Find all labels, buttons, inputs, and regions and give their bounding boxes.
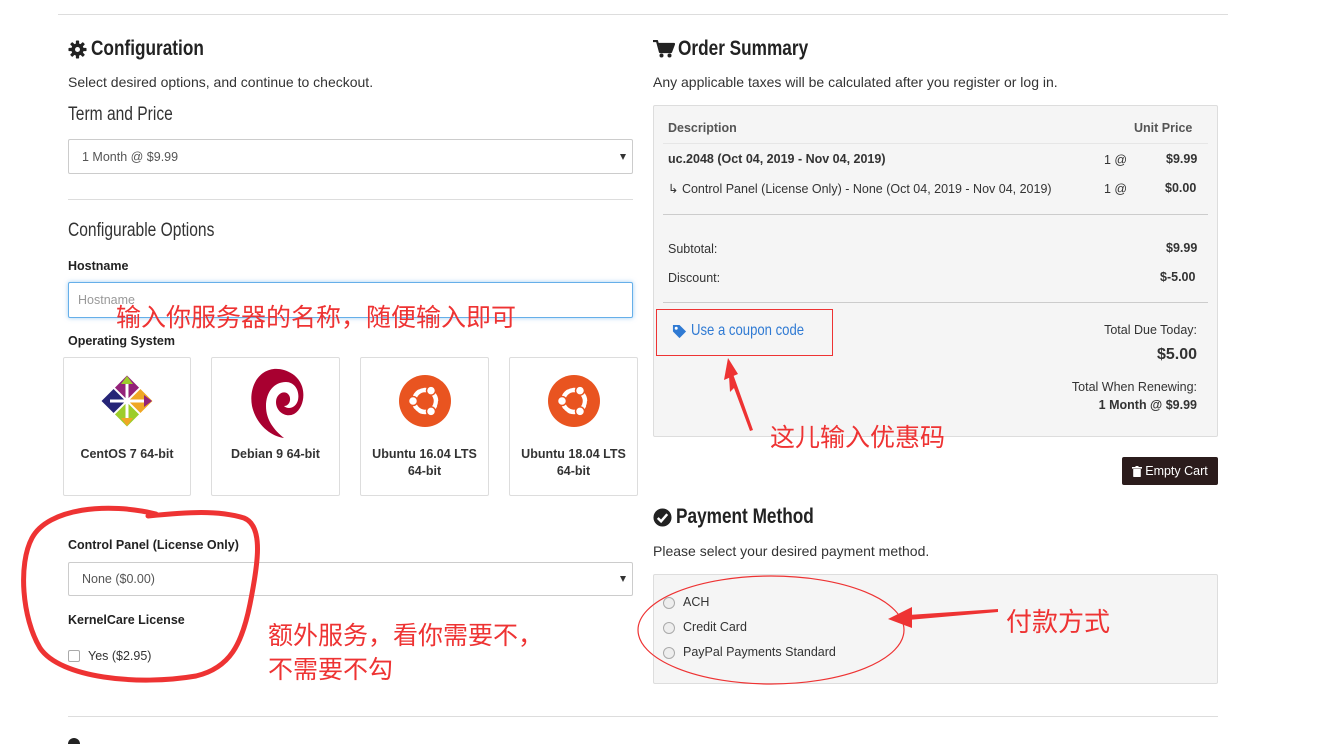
configuration-title: Configuration [91, 37, 204, 60]
total-due-value: $5.00 [1156, 346, 1197, 363]
extras-circle-annotation-icon [21, 505, 260, 683]
chevron-down-icon [620, 576, 626, 582]
top-divider [58, 14, 1228, 15]
term-price-select[interactable]: 1 Month @ $9.99 [68, 139, 633, 174]
chevron-down-icon [620, 153, 626, 160]
subtotal-value: $9.99 [1166, 241, 1198, 255]
config-divider [68, 199, 633, 200]
hostname-annotation: 输入你服务器的名称，随便输入即可 [116, 303, 517, 332]
check-circle-icon [653, 507, 672, 527]
line-item-description: uc.2048 (Oct 04, 2019 - Nov 04, 2019) [668, 152, 886, 166]
subtotal-label: Subtotal: [668, 242, 718, 256]
summary-totals-divider [663, 302, 1208, 303]
os-card-ubuntu-1604[interactable]: Ubuntu 16.04 LTS 64-bit [360, 357, 489, 496]
payment-method-title: Payment Method [676, 505, 814, 528]
coupon-highlight-box [656, 309, 833, 356]
description-column-header: Description [668, 121, 737, 135]
os-card-debian[interactable]: Debian 9 64-bit [211, 357, 340, 496]
extras-annotation-line-2: 不需要不勾 [268, 655, 394, 684]
unit-price-column-header: Unit Price [1134, 121, 1193, 135]
os-name: Debian 9 64-bit [231, 447, 320, 461]
total-due-label: Total Due Today: [1104, 323, 1197, 337]
os-card-ubuntu-1804[interactable]: Ubuntu 18.04 LTS 64-bit [509, 357, 638, 496]
coupon-annotation: 这儿输入优惠码 [770, 423, 946, 452]
order-summary-subtitle: Any applicable taxes will be calculated … [653, 74, 1058, 90]
empty-cart-label: Empty Cart [1145, 464, 1208, 478]
summary-items-divider [663, 214, 1208, 215]
term-price-value: 1 Month @ $9.99 [82, 149, 179, 164]
os-card-centos[interactable]: CentOS 7 64-bit [63, 357, 191, 496]
order-summary-title: Order Summary [678, 37, 809, 60]
summary-header-divider [663, 143, 1208, 144]
discount-label: Discount: [668, 271, 721, 285]
payment-annotation: 付款方式 [1006, 608, 1111, 638]
hostname-label: Hostname [68, 259, 129, 273]
ubuntu-logo-icon [399, 375, 451, 427]
operating-system-label: Operating System [68, 334, 175, 348]
os-name: Ubuntu 18.04 LTS 64-bit [521, 447, 626, 478]
arrow-left-annotation-icon [888, 607, 998, 628]
order-summary-heading: Order Summary [653, 36, 893, 62]
os-name: CentOS 7 64-bit [80, 447, 174, 461]
bottom-divider [68, 716, 1218, 717]
shopping-cart-icon [653, 40, 675, 58]
payment-method-heading: Payment Method [653, 504, 893, 530]
trash-icon [1132, 465, 1143, 477]
term-heading: Term and Price [68, 104, 173, 125]
line-item-quantity: 1 @ [1104, 153, 1128, 167]
line-item-price: $9.99 [1166, 152, 1198, 166]
line-item-price: $0.00 [1165, 181, 1197, 195]
os-name: Ubuntu 16.04 LTS 64-bit [372, 447, 477, 478]
gear-icon [68, 39, 87, 59]
arrow-up-annotation-icon [724, 358, 753, 431]
debian-logo-icon [251, 368, 304, 438]
configuration-subtitle: Select desired options, and continue to … [68, 74, 374, 90]
total-renewing-value: 1 Month @ $9.99 [1098, 398, 1197, 412]
configuration-heading: Configuration [68, 36, 268, 62]
configurable-options-heading: Configurable Options [68, 220, 215, 241]
extras-annotation-line-1: 额外服务，看你需要不， [268, 621, 544, 650]
total-renewing-label: Total When Renewing: [1071, 380, 1197, 394]
line-item-description: ↳ Control Panel (License Only) - None (O… [668, 182, 1052, 196]
payment-method-subtitle: Please select your desired payment metho… [653, 543, 930, 559]
centos-logo-icon [101, 375, 153, 427]
ubuntu-logo-icon [548, 375, 600, 427]
empty-cart-button[interactable]: Empty Cart [1122, 457, 1218, 485]
discount-value: $-5.00 [1160, 270, 1196, 284]
user-icon [68, 738, 80, 744]
payment-ellipse-annotation-icon [637, 575, 905, 685]
line-item-quantity: 1 @ [1104, 182, 1128, 196]
